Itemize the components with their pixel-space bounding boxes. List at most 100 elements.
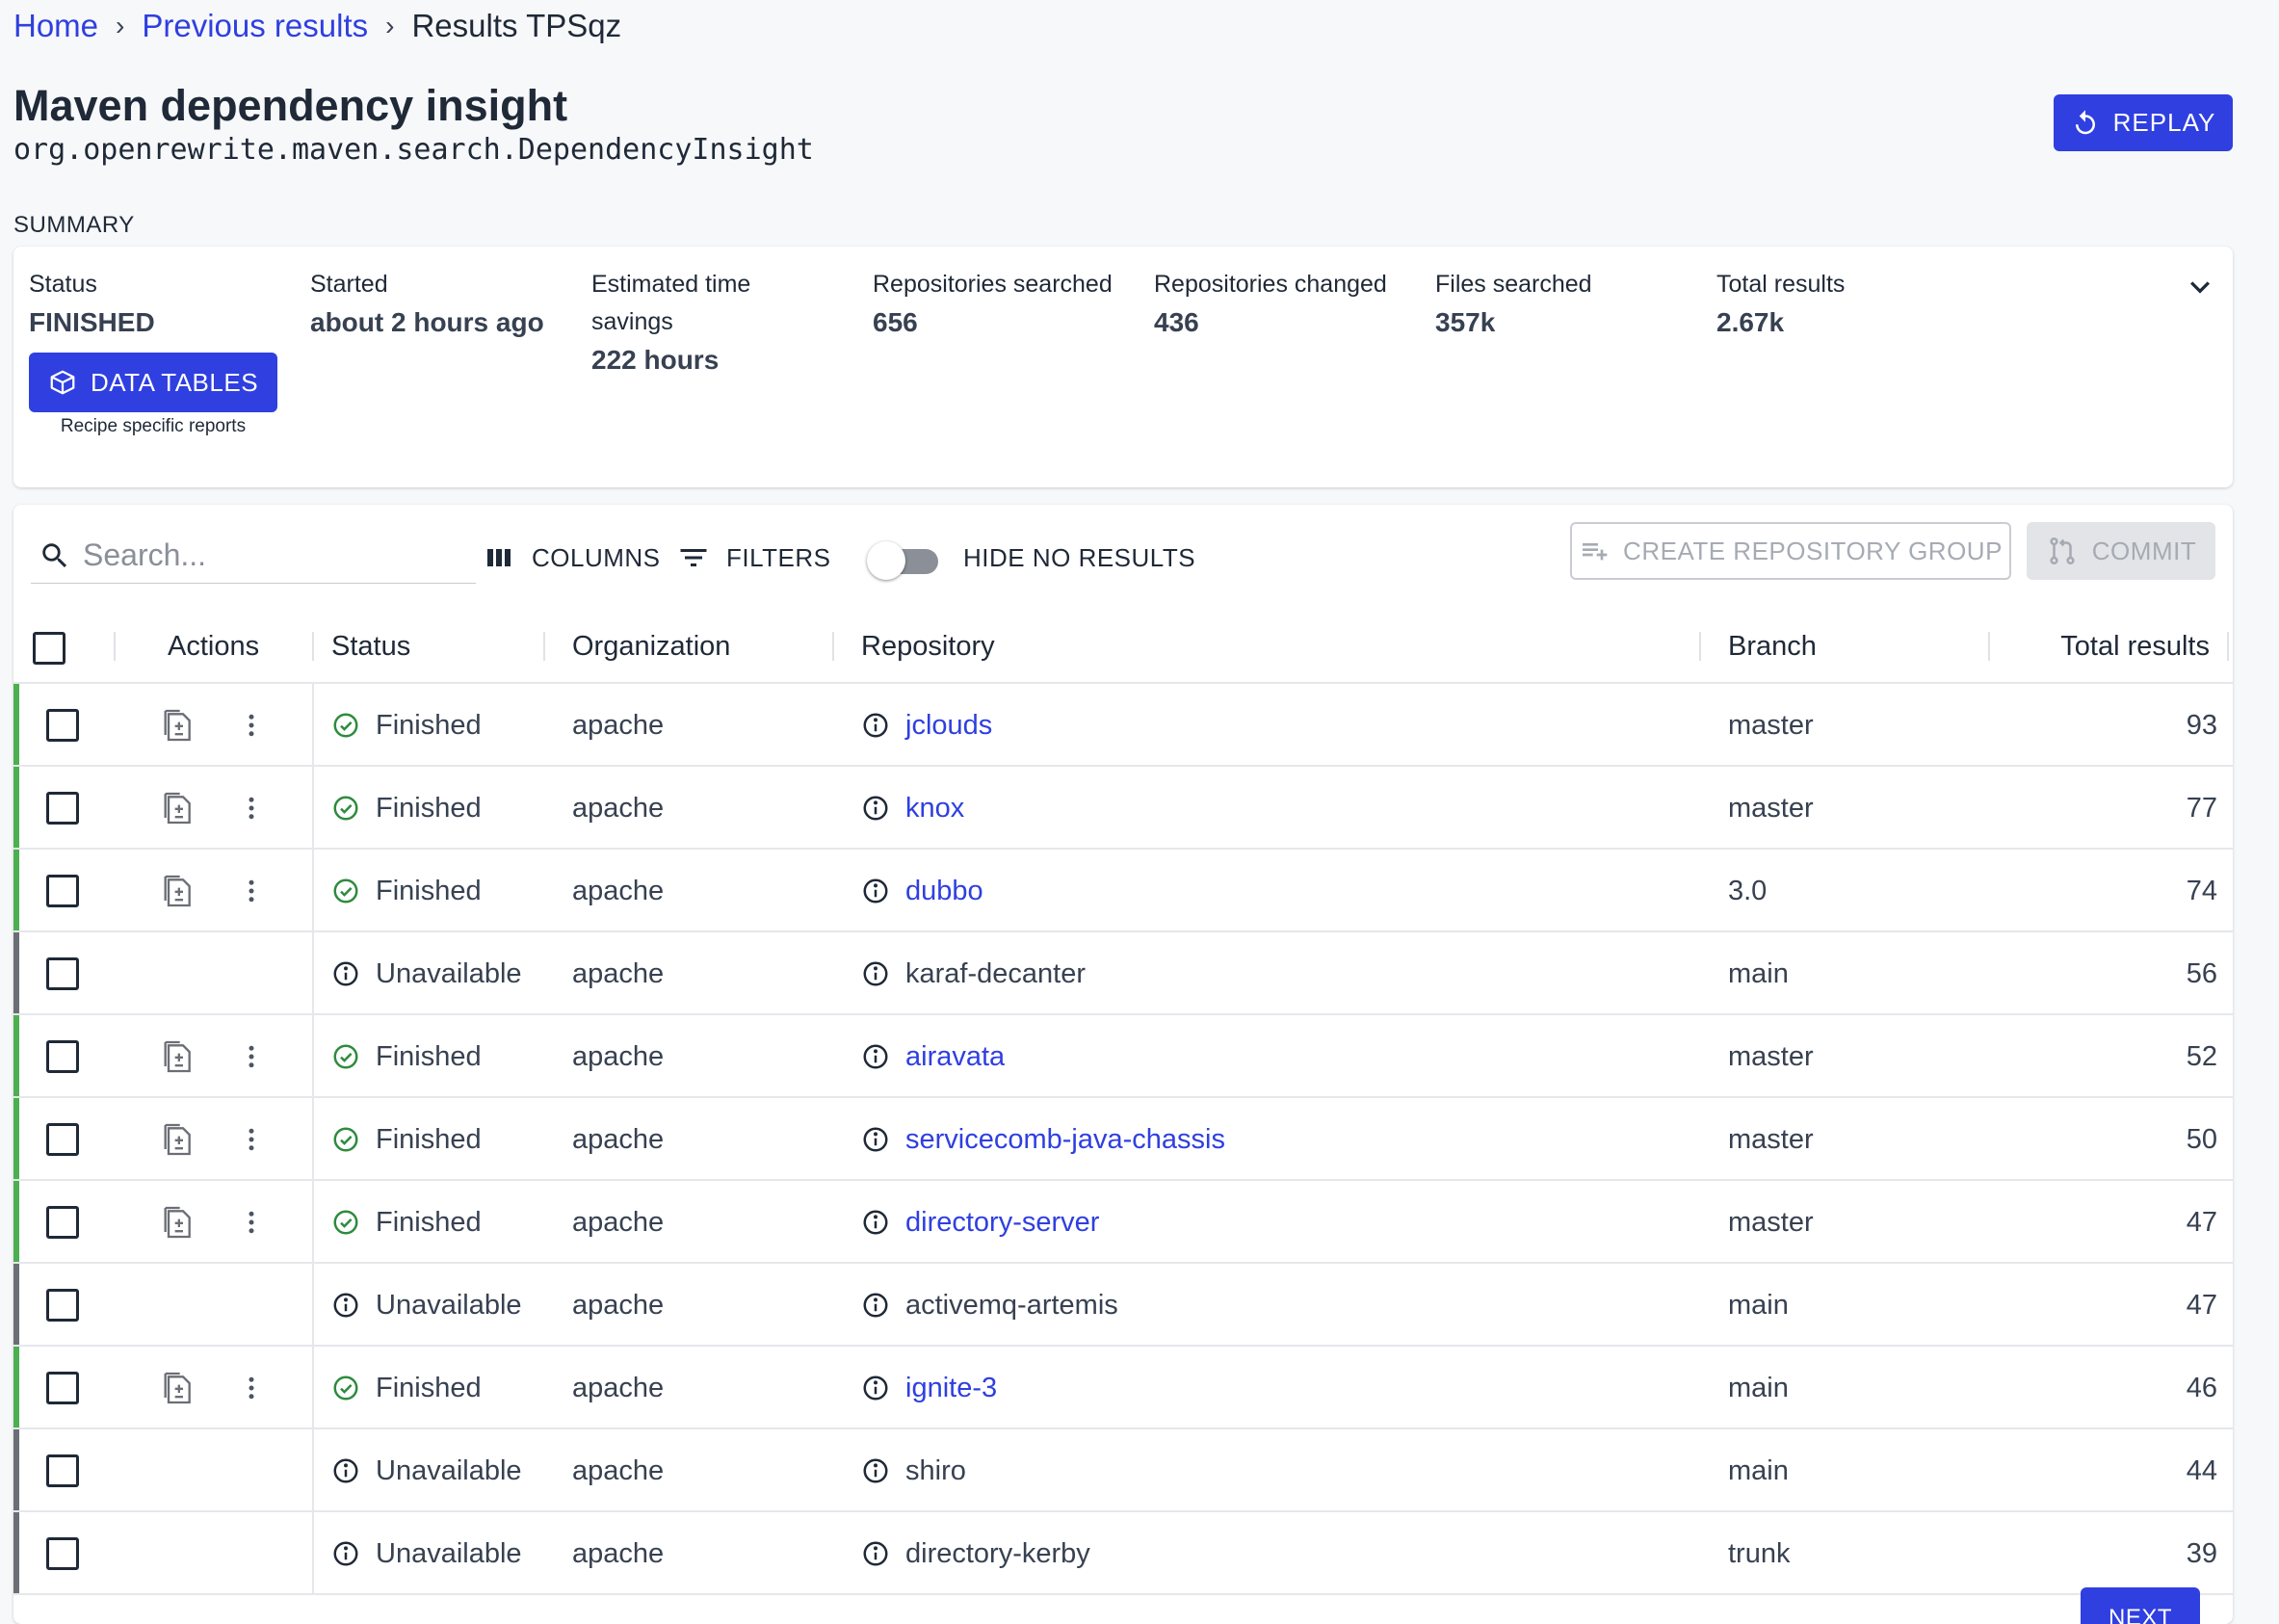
total-results-cell: 50 xyxy=(2186,1123,2217,1155)
column-separator[interactable] xyxy=(1699,632,1701,661)
stat-started-label: Started xyxy=(310,271,388,298)
header-branch[interactable]: Branch xyxy=(1728,609,1817,684)
file-diff-icon[interactable] xyxy=(156,1117,200,1162)
stat-started-value: about 2 hours ago xyxy=(310,307,544,337)
more-vert-icon[interactable] xyxy=(229,1117,274,1162)
columns-label: COLUMNS xyxy=(532,542,661,572)
table-row: Unavailable apache karaf-decanter main 5… xyxy=(13,932,2233,1015)
create-repository-group-button[interactable]: CREATE REPOSITORY GROUP xyxy=(1570,522,2011,580)
column-separator[interactable] xyxy=(1988,632,1990,661)
stat-repos-searched-label: Repositories searched xyxy=(873,271,1113,298)
organization-cell: apache xyxy=(572,1040,665,1072)
file-diff-icon[interactable] xyxy=(156,786,200,830)
commit-button[interactable]: COMMIT xyxy=(2027,522,2215,580)
row-checkbox[interactable] xyxy=(46,1289,79,1322)
repository-link[interactable]: ignite-3 xyxy=(905,1373,997,1404)
header-repository[interactable]: Repository xyxy=(861,609,995,684)
row-checkbox[interactable] xyxy=(46,1372,79,1404)
filters-button[interactable]: FILTERS xyxy=(676,534,830,582)
repository-cell: servicecomb-java-chassis xyxy=(861,1098,1225,1181)
info-icon[interactable] xyxy=(861,1125,890,1154)
info-icon[interactable] xyxy=(861,959,890,988)
hide-no-results-toggle[interactable] xyxy=(867,541,948,580)
total-results-cell: 52 xyxy=(2186,1040,2217,1072)
info-icon[interactable] xyxy=(861,1456,890,1485)
info-icon[interactable] xyxy=(861,711,890,740)
file-diff-icon[interactable] xyxy=(156,1035,200,1079)
status-text: Unavailable xyxy=(376,1454,522,1486)
file-diff-icon[interactable] xyxy=(156,869,200,913)
chevron-down-icon[interactable] xyxy=(2181,268,2219,306)
check-circle-icon xyxy=(331,794,360,823)
row-checkbox[interactable] xyxy=(46,957,79,990)
info-icon[interactable] xyxy=(861,1208,890,1237)
next-page-button[interactable]: NEXT xyxy=(2081,1587,2200,1624)
file-diff-icon[interactable] xyxy=(156,1200,200,1244)
info-icon[interactable] xyxy=(861,1291,890,1320)
columns-button[interactable]: COLUMNS xyxy=(482,534,661,582)
header-status[interactable]: Status xyxy=(331,609,410,684)
breadcrumb-home-link[interactable]: Home xyxy=(13,8,98,44)
more-vert-icon[interactable] xyxy=(229,703,274,747)
row-checkbox[interactable] xyxy=(46,792,79,825)
results-table-card: COLUMNS FILTERS HIDE NO RESULTS CREATE R… xyxy=(13,505,2233,1624)
header-total-results[interactable]: Total results xyxy=(2017,609,2210,684)
row-checkbox[interactable] xyxy=(46,1206,79,1239)
info-icon[interactable] xyxy=(861,1042,890,1071)
select-all-checkbox[interactable] xyxy=(33,632,65,665)
more-vert-icon[interactable] xyxy=(229,1200,274,1244)
row-checkbox[interactable] xyxy=(46,709,79,742)
replay-button[interactable]: REPLAY xyxy=(2054,94,2233,151)
header-organization[interactable]: Organization xyxy=(572,609,730,684)
status-text: Finished xyxy=(376,1040,482,1072)
repository-cell: jclouds xyxy=(861,684,992,767)
more-vert-icon[interactable] xyxy=(229,869,274,913)
status-cell: Finished xyxy=(331,1015,482,1098)
row-checkbox[interactable] xyxy=(46,1040,79,1073)
total-results-cell: 74 xyxy=(2186,875,2217,906)
row-checkbox[interactable] xyxy=(46,875,79,907)
status-text: Finished xyxy=(376,709,482,741)
recipe-id: org.openrewrite.maven.search.DependencyI… xyxy=(13,133,814,167)
status-text: Unavailable xyxy=(376,957,522,989)
status-cell: Finished xyxy=(331,1181,482,1264)
table-row: Unavailable apache activemq-artemis main… xyxy=(13,1264,2233,1347)
column-separator[interactable] xyxy=(2227,632,2229,661)
repository-cell: directory-server xyxy=(861,1181,1099,1264)
info-icon[interactable] xyxy=(861,794,890,823)
info-icon[interactable] xyxy=(861,1374,890,1402)
repository-link[interactable]: servicecomb-java-chassis xyxy=(905,1124,1225,1156)
total-results-cell: 47 xyxy=(2186,1289,2217,1321)
row-checkbox[interactable] xyxy=(46,1123,79,1156)
repository-link[interactable]: jclouds xyxy=(905,710,992,742)
row-checkbox[interactable] xyxy=(46,1454,79,1487)
more-vert-icon[interactable] xyxy=(229,1366,274,1410)
file-diff-icon[interactable] xyxy=(156,703,200,747)
stat-status-value: FINISHED xyxy=(29,307,155,337)
column-separator[interactable] xyxy=(543,632,545,661)
search-input[interactable] xyxy=(83,537,468,573)
repository-link[interactable]: directory-server xyxy=(905,1207,1099,1239)
more-vert-icon[interactable] xyxy=(229,1035,274,1079)
data-tables-caption: Recipe specific reports xyxy=(60,416,247,436)
repository-cell: airavata xyxy=(861,1015,1005,1098)
repository-link[interactable]: knox xyxy=(905,793,964,825)
info-icon[interactable] xyxy=(861,877,890,905)
info-icon[interactable] xyxy=(861,1539,890,1568)
status-text: Finished xyxy=(376,1206,482,1238)
table-row: Finished apache ignite-3 main 46 xyxy=(13,1347,2233,1429)
repository-link[interactable]: airavata xyxy=(905,1041,1005,1073)
actions-separator xyxy=(312,767,314,848)
row-checkbox[interactable] xyxy=(46,1537,79,1570)
repository-cell: directory-kerby xyxy=(861,1512,1090,1595)
info-icon xyxy=(331,1456,360,1485)
breadcrumb-previous-results-link[interactable]: Previous results xyxy=(142,8,368,44)
status-cell: Unavailable xyxy=(331,932,522,1015)
info-icon xyxy=(331,1291,360,1320)
branch-cell: trunk xyxy=(1728,1537,1791,1569)
repository-link[interactable]: dubbo xyxy=(905,876,983,907)
more-vert-icon[interactable] xyxy=(229,786,274,830)
file-diff-icon[interactable] xyxy=(156,1366,200,1410)
data-tables-button[interactable]: DATA TABLES xyxy=(29,353,277,412)
column-separator[interactable] xyxy=(832,632,834,661)
